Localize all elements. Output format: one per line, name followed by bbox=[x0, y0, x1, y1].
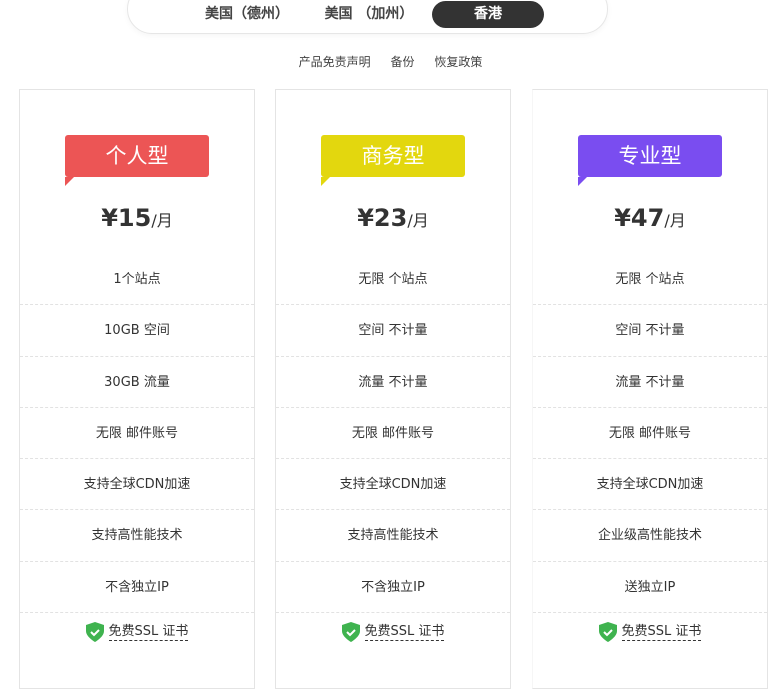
link-restore-policy[interactable]: 恢复政策 bbox=[434, 55, 482, 69]
feature-row: 30GB 流量 bbox=[20, 357, 254, 408]
feature-row: 空间 不计量 bbox=[533, 305, 767, 357]
feature-row: 送独立IP bbox=[533, 562, 767, 614]
ssl-badge: 免费SSL 证书 bbox=[598, 622, 702, 643]
price-unit: /月 bbox=[664, 211, 686, 230]
feature-row: 无限 邮件账号 bbox=[276, 408, 510, 460]
feature-row: 流量 不计量 bbox=[276, 357, 510, 408]
feature-row: 无限 邮件账号 bbox=[533, 408, 767, 460]
tab-hong-kong[interactable]: 香港 bbox=[432, 1, 544, 28]
price-unit: /月 bbox=[407, 211, 429, 230]
feature-row: 10GB 空间 bbox=[20, 305, 254, 357]
feature-list: 1个站点 10GB 空间 30GB 流量 无限 邮件账号 支持全球CDN加速 支持高性能技… bbox=[20, 254, 254, 664]
link-disclaimer[interactable]: 产品免责声明 bbox=[299, 55, 371, 69]
plan-card: 商务型 ¥23/月 无限 个站点 空间 不计量 流量 不计量 无限 邮件账号 支持全球C… bbox=[275, 89, 511, 689]
feature-row: 支持全球CDN加速 bbox=[276, 459, 510, 511]
feature-list: 无限 个站点 空间 不计量 流量 不计量 无限 邮件账号 支持全球CDN加速 企业级高性能… bbox=[533, 254, 767, 664]
link-backup[interactable]: 备份 bbox=[390, 55, 414, 69]
ssl-certificate-link[interactable]: 免费SSL 证书 bbox=[621, 624, 702, 641]
plan-card: 专业型 ¥47/月 无限 个站点 空间 不计量 流量 不计量 无限 邮件账号 支持全球C… bbox=[532, 89, 768, 689]
ssl-row: 免费SSL 证书 bbox=[533, 613, 767, 664]
feature-row: 流量 不计量 bbox=[533, 357, 767, 408]
feature-row: 支持高性能技术 bbox=[20, 510, 254, 562]
ssl-badge: 免费SSL 证书 bbox=[341, 622, 445, 643]
ssl-certificate-link[interactable]: 免费SSL 证书 bbox=[108, 624, 189, 641]
plan-name-badge: 商务型 bbox=[321, 135, 465, 186]
feature-row: 无限 邮件账号 bbox=[20, 408, 254, 460]
feature-row: 支持全球CDN加速 bbox=[20, 459, 254, 511]
shield-check-icon bbox=[85, 622, 104, 643]
feature-row: 支持全球CDN加速 bbox=[533, 459, 767, 511]
plan-card: 个人型 ¥15/月 1个站点 10GB 空间 30GB 流量 无限 邮件账号 支持全球C… bbox=[19, 89, 255, 689]
policy-links: 产品免责声明 备份 恢复政策 bbox=[0, 53, 781, 70]
feature-row: 1个站点 bbox=[20, 254, 254, 306]
ssl-row: 免费SSL 证书 bbox=[276, 613, 510, 664]
tab-us-texas[interactable]: 美国（德州） bbox=[192, 1, 302, 28]
plan-name-badge: 专业型 bbox=[578, 135, 722, 186]
plan-price: ¥47/月 bbox=[533, 204, 767, 232]
shield-check-icon bbox=[598, 622, 617, 643]
region-tabs: 美国（德州） 美国 （加州） 香港 bbox=[127, 0, 608, 34]
price-amount: ¥23 bbox=[357, 204, 408, 232]
ssl-badge: 免费SSL 证书 bbox=[85, 622, 189, 643]
feature-row: 企业级高性能技术 bbox=[533, 510, 767, 562]
plan-price: ¥23/月 bbox=[276, 204, 510, 232]
feature-list: 无限 个站点 空间 不计量 流量 不计量 无限 邮件账号 支持全球CDN加速 支持高性能技… bbox=[276, 254, 510, 664]
ssl-certificate-link[interactable]: 免费SSL 证书 bbox=[364, 624, 445, 641]
shield-check-icon bbox=[341, 622, 360, 643]
feature-row: 无限 个站点 bbox=[533, 254, 767, 306]
feature-row: 不含独立IP bbox=[20, 562, 254, 614]
price-amount: ¥15 bbox=[101, 204, 152, 232]
price-amount: ¥47 bbox=[614, 204, 665, 232]
plan-name-badge: 个人型 bbox=[65, 135, 209, 186]
feature-row: 空间 不计量 bbox=[276, 305, 510, 357]
feature-row: 支持高性能技术 bbox=[276, 510, 510, 562]
feature-row: 不含独立IP bbox=[276, 562, 510, 614]
plan-price: ¥15/月 bbox=[20, 204, 254, 232]
feature-row: 无限 个站点 bbox=[276, 254, 510, 306]
ssl-row: 免费SSL 证书 bbox=[20, 613, 254, 664]
price-unit: /月 bbox=[151, 211, 173, 230]
tab-us-california[interactable]: 美国 （加州） bbox=[314, 1, 424, 28]
